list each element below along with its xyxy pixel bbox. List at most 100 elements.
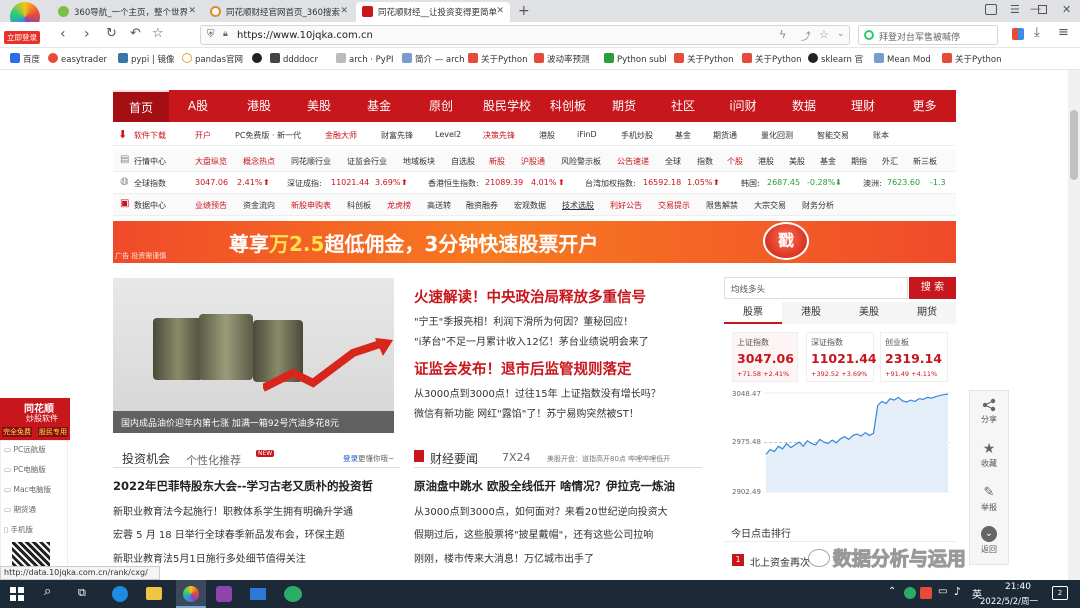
row-link[interactable]: 决策先锋	[483, 130, 515, 141]
news-ticker[interactable]: 美股开盘：道指高开80点 哔哩哔哩低开	[547, 454, 702, 464]
banner-button[interactable]: 戳	[763, 222, 809, 260]
hero-image[interactable]: 国内成品油价迎年内第七涨 加满一箱92号汽油多花8元	[113, 278, 394, 433]
scrollbar-thumb[interactable]	[1070, 110, 1078, 180]
row-link[interactable]: 科创板	[347, 200, 371, 211]
nav-hk-shares[interactable]: 港股	[227, 90, 291, 122]
row-link[interactable]: 量化回测	[761, 130, 793, 141]
row-link[interactable]: 同花顺行业	[291, 156, 331, 167]
row-label[interactable]: 数据中心	[134, 200, 166, 211]
row-link[interactable]: 大宗交易	[754, 200, 786, 211]
row-link[interactable]: PC免费版 · 新一代	[235, 130, 301, 141]
nav-a-shares[interactable]: A股	[169, 90, 227, 122]
bookmark-python-3[interactable]: 关于Python	[742, 53, 801, 65]
row-link[interactable]: 限售解禁	[706, 200, 738, 211]
row-link[interactable]: 财务分析	[802, 200, 834, 211]
nav-school[interactable]: 股民学校	[471, 90, 543, 122]
row-link[interactable]: 证监会行业	[347, 156, 387, 167]
close-icon[interactable]: ✕	[496, 6, 504, 16]
row-link[interactable]: 基金	[820, 156, 836, 167]
folder-icon[interactable]	[146, 587, 162, 600]
wechat-taskbar-icon[interactable]	[284, 586, 302, 602]
headline-1[interactable]: 火速解读！中央政治局释放多重信号	[414, 286, 646, 307]
clock-date[interactable]: 2022/5/2/周一	[980, 595, 1038, 607]
back-to-top-button[interactable]: ⌄ 返回	[970, 526, 1008, 555]
stock-search-input[interactable]: 均线多头	[724, 277, 908, 299]
finance-item[interactable]: 假期过后，这些股票将"披星戴帽"，还有这些公司拉响	[414, 526, 704, 541]
index-card-sh[interactable]: 上证指数 3047.06 +71.58 +2.41%	[732, 332, 798, 382]
bookmark-mean-model[interactable]: Mean Mod	[874, 53, 931, 65]
row-link[interactable]: 财富先锋	[381, 130, 413, 141]
bookmark-python-2[interactable]: 关于Python	[674, 53, 733, 65]
row-link[interactable]: 资金流向	[243, 200, 275, 211]
clock-time[interactable]: 21:40	[996, 582, 1040, 592]
volume-icon[interactable]: ♪	[954, 585, 961, 598]
edge-icon[interactable]	[112, 586, 128, 602]
headline-sub[interactable]: "i茅台"不足一月累计收入12亿！茅台业绩说明会来了	[414, 333, 649, 348]
row-link[interactable]: 概念热点	[243, 156, 275, 167]
nav-home[interactable]: 首页	[113, 90, 169, 122]
menu-icon[interactable]: ☰	[1010, 3, 1020, 16]
login-badge[interactable]: 立即登录	[4, 31, 40, 44]
finance-item[interactable]: 从3000点到3000点，如何面对？来看20世纪逆向投资大	[414, 503, 704, 518]
index-name[interactable]: 台湾加权指数:	[585, 178, 636, 189]
address-bar[interactable]: ⛨ 🔒︎ https://www.10jqka.com.cn ϟ ⤴ ☆ ⌄	[200, 25, 850, 45]
tab-stocks[interactable]: 股票	[724, 302, 782, 324]
network-icon[interactable]: ▭	[938, 586, 947, 597]
bookmark-pandas[interactable]: pandas官网	[182, 53, 243, 65]
nav-data[interactable]: 数据	[775, 90, 833, 122]
bookmark-pypi[interactable]: pypi | 镜像	[118, 53, 174, 65]
row-link[interactable]: 利好公告	[610, 200, 642, 211]
headline-sub[interactable]: 微信有新功能 网红"露馅"了！苏宁易购突然被ST！	[414, 405, 639, 420]
page-scrollbar[interactable]	[1068, 70, 1080, 580]
row-link[interactable]: 美股	[789, 156, 805, 167]
tab-us[interactable]: 美股	[840, 302, 898, 324]
close-window-icon[interactable]: ✕	[1062, 3, 1071, 16]
star-icon[interactable]: ☆	[152, 26, 164, 42]
tab-invest[interactable]: 投资机会	[122, 450, 170, 467]
row-link[interactable]: 港股	[758, 156, 774, 167]
nav-original[interactable]: 原创	[411, 90, 471, 122]
nav-funds[interactable]: 基金	[347, 90, 411, 122]
nav-community[interactable]: 社区	[655, 90, 711, 122]
favorite-button[interactable]: ★ 收藏	[970, 442, 1008, 469]
index-value[interactable]: 3047.06	[195, 178, 228, 187]
bookmark-easytrader[interactable]: easytrader	[48, 53, 107, 65]
row-link[interactable]: 高送转	[427, 200, 451, 211]
bookmark-python-4[interactable]: 关于Python	[942, 53, 1001, 65]
notification-icon[interactable]: 2	[1052, 586, 1068, 600]
undo-icon[interactable]: ↶	[130, 26, 141, 42]
bookmark-arch[interactable]: arch · PyPI	[336, 53, 393, 65]
login-link-text[interactable]: 登录	[343, 454, 358, 463]
row-link[interactable]: 开户	[195, 130, 211, 141]
row-link[interactable]: 交易提示	[658, 200, 690, 211]
row-link[interactable]: 风险警示板	[561, 156, 601, 167]
row-link[interactable]: 宏观数据	[514, 200, 546, 211]
tab-recommend[interactable]: 个性化推荐	[186, 452, 241, 468]
index-name[interactable]: 澳洲:	[863, 178, 882, 189]
nav-futures[interactable]: 期货	[593, 90, 655, 122]
row-link[interactable]: 金融大师	[325, 130, 357, 141]
app-icon[interactable]	[216, 586, 232, 602]
close-icon[interactable]: ✕	[188, 6, 196, 16]
row-link[interactable]: 新三板	[913, 156, 937, 167]
finance-item[interactable]: 原油盘中跳水 欧股全线低开 啥情况？伊拉克一炼油	[414, 478, 704, 494]
task-view-icon[interactable]: ⧉	[78, 586, 86, 600]
headline-sub[interactable]: 从3000点到3000点！过往15年 上证指数没有增长吗？	[414, 385, 661, 400]
stock-search-button[interactable]: 搜 索	[909, 277, 956, 299]
row-link[interactable]: 技术选股	[562, 200, 594, 211]
favorite-icon[interactable]: ☆	[819, 28, 829, 41]
row-link[interactable]: Level2	[435, 130, 461, 139]
row-link[interactable]: 个股	[727, 156, 743, 167]
row-link[interactable]: 指数	[697, 156, 713, 167]
tab-hk[interactable]: 港股	[782, 302, 840, 324]
bookmark-baidu[interactable]: 百度	[10, 53, 40, 65]
forward-icon[interactable]: ›	[84, 26, 90, 42]
nav-iwencai[interactable]: i问财	[711, 90, 775, 122]
browser-360-icon[interactable]	[176, 580, 206, 608]
nav-us-shares[interactable]: 美股	[291, 90, 347, 122]
invest-item[interactable]: 新职业教育法今起施行！职教体系学生拥有明确升学通	[113, 503, 398, 518]
tray-app-icon[interactable]	[904, 587, 916, 599]
tab-finance[interactable]: 财经要闻	[430, 450, 478, 467]
tab-360-search[interactable]: 同花顺财经官网首页_360搜索 ✕	[204, 2, 354, 22]
tab-10jqka-active[interactable]: 同花顺财经__让投资变得更简单 ✕	[356, 2, 510, 22]
